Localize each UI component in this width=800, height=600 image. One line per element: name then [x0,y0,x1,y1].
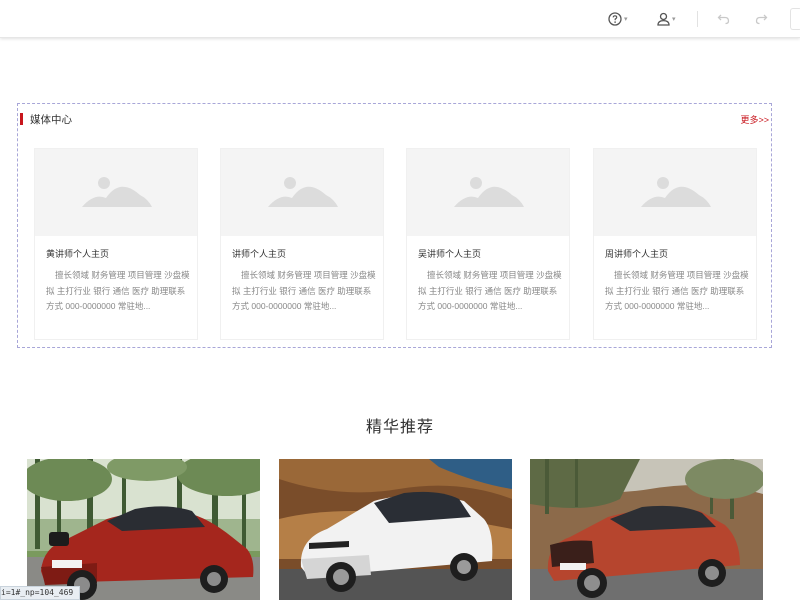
card-description: 擅长领域 财务管理 项目管理 沙盘模拟 主打行业 银行 通信 医疗 助理联系方式… [232,270,376,311]
featured-photo-white-suv[interactable] [279,459,512,600]
card-title: 吴讲师个人主页 [418,249,482,259]
help-circle-icon [608,12,622,26]
featured-photo-red-suv-coupe[interactable] [27,459,260,600]
toolbar-edge-button[interactable] [790,8,800,30]
card-title: 讲师个人主页 [232,249,287,259]
card-title: 周讲师个人主页 [605,249,669,259]
image-placeholder-icon [454,177,524,207]
undo-button[interactable] [717,10,730,28]
card-description: 擅长领域 财务管理 项目管理 沙盘模拟 主打行业 银行 通信 医疗 助理联系方式… [46,270,190,311]
image-placeholder [594,149,756,236]
help-button[interactable]: ▾ [608,10,628,28]
featured-title: 精华推荐 [365,419,434,436]
status-bar: i=1#_np=104_469 [0,586,81,600]
redo-icon [755,14,768,25]
lecturer-card[interactable]: 吴讲师个人主页 擅长领域 财务管理 项目管理 沙盘模拟 主打行业 银行 通信 医… [406,148,570,340]
featured-photo-red-suv[interactable] [530,459,763,600]
user-icon [657,12,670,26]
card-description: 擅长领域 财务管理 项目管理 沙盘模拟 主打行业 银行 通信 医疗 助理联系方式… [418,270,562,311]
toolbar-divider [697,11,698,27]
more-link[interactable]: 更多>> [740,113,769,126]
image-placeholder-icon [641,177,711,207]
undo-icon [717,14,730,25]
redo-button[interactable] [755,10,768,28]
card-description: 擅长领域 财务管理 项目管理 沙盘模拟 主打行业 银行 通信 医疗 助理联系方式… [605,270,749,311]
section-accent-bar [20,113,23,125]
image-placeholder [221,149,383,236]
lecturer-card[interactable]: 黄讲师个人主页 擅长领域 财务管理 项目管理 沙盘模拟 主打行业 银行 通信 医… [34,148,198,340]
image-placeholder [407,149,569,236]
card-title: 黄讲师个人主页 [46,249,110,259]
lecturer-card[interactable]: 周讲师个人主页 擅长领域 财务管理 项目管理 沙盘模拟 主打行业 银行 通信 医… [593,148,757,340]
image-placeholder-icon [82,177,152,207]
lecturer-card[interactable]: 讲师个人主页 擅长领域 财务管理 项目管理 沙盘模拟 主打行业 银行 通信 医疗… [220,148,384,340]
media-center-section: 媒体中心 更多>> 黄讲师个人主页 擅长领域 财务管理 项目管理 沙盘模拟 主打… [17,103,772,348]
chevron-down-icon: ▾ [624,15,628,23]
image-placeholder [35,149,197,236]
section-header: 媒体中心 [20,112,72,126]
top-toolbar: ▾ ▾ [0,0,800,38]
section-title: 媒体中心 [30,113,72,126]
image-placeholder-icon [268,177,338,207]
user-menu-button[interactable]: ▾ [657,10,676,28]
chevron-down-icon: ▾ [672,15,676,23]
